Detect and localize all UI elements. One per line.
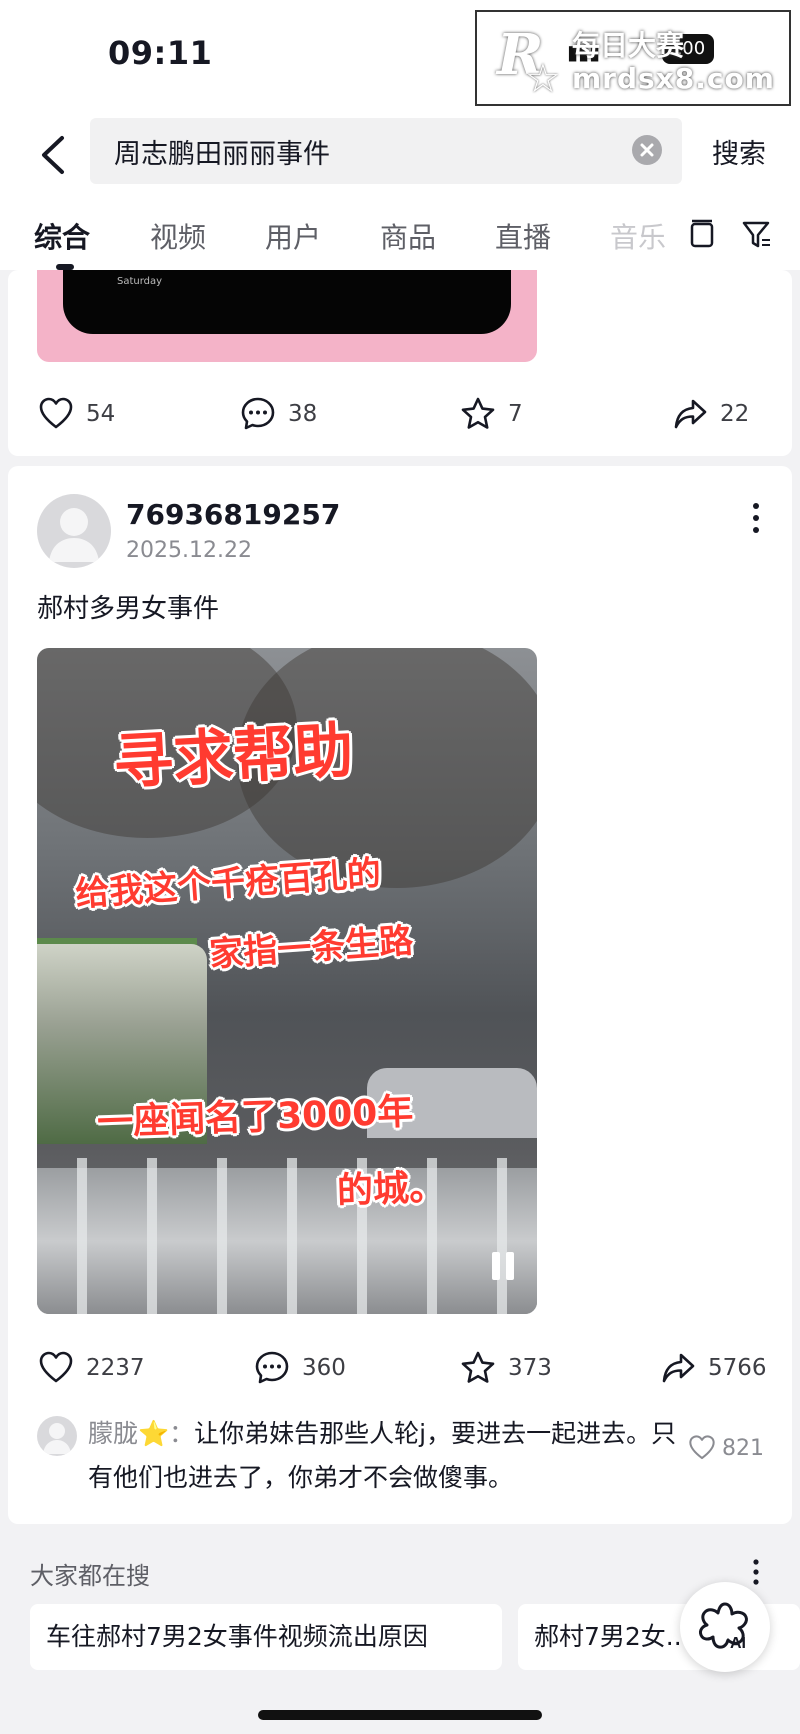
video-overlay-text: 寻求帮助 (111, 715, 355, 799)
commenter-avatar[interactable] (37, 1416, 77, 1456)
watermark: R ☆ ▮▮▮ 100 每日大赛 mrdsx8.com (475, 10, 791, 106)
post-actions: 2237 360 373 5766 (8, 1346, 792, 1390)
video-overlay-text: 的城。 (336, 1167, 446, 1212)
share-button[interactable]: 5766 (660, 1346, 767, 1390)
post-title[interactable]: 郝村多男女事件 (37, 588, 219, 625)
watermark-site: mrdsx8.com (572, 62, 775, 95)
tab-users[interactable]: 用户 (265, 216, 321, 256)
video-overlay-text: 一座闻名了3000年 (96, 1091, 414, 1144)
search-input[interactable]: 周志鹏田丽丽事件 (90, 118, 682, 184)
comment-icon (241, 397, 275, 430)
favorite-count: 373 (508, 1355, 552, 1381)
post-date: 2025.12.22 (126, 538, 252, 563)
svg-text:AI: AI (730, 1635, 746, 1652)
comment-like-count: 821 (722, 1435, 764, 1461)
search-query[interactable]: 周志鹏田丽丽事件 (114, 132, 330, 171)
thumbnail-caption: Saturday (117, 276, 163, 287)
home-indicator (258, 1710, 542, 1720)
comment-count: 360 (302, 1355, 346, 1381)
ai-icon: AI (699, 1602, 748, 1652)
search-tabs: 综合 视频 用户 商品 直播 音乐 (0, 196, 800, 270)
share-icon (662, 1353, 695, 1383)
pause-icon[interactable] (492, 1252, 518, 1282)
tab-music[interactable]: 音乐 (610, 216, 666, 256)
like-button[interactable]: 54 (38, 392, 115, 436)
comment-author[interactable]: 朦胧⭐️ (88, 1419, 169, 1448)
like-count: 2237 (86, 1355, 145, 1381)
more-options-icon[interactable] (752, 502, 760, 534)
heart-icon (39, 1351, 73, 1383)
video-player[interactable]: 寻求帮助 给我这个千疮百孔的 家指一条生路 一座闻名了3000年 的城。 (37, 648, 537, 1314)
tab-comprehensive[interactable]: 综合 (34, 216, 90, 256)
hot-searches-title: 大家都在搜 (30, 1562, 150, 1590)
comment-button[interactable]: 38 (240, 392, 317, 436)
layout-toggle-icon[interactable] (686, 218, 718, 250)
comment-button[interactable]: 360 (254, 1346, 346, 1390)
thumbnail-phone-image: Saturday (63, 270, 511, 334)
video-overlay-text: 给我这个千疮百孔的 (74, 853, 383, 915)
back-arrow-icon[interactable] (36, 132, 76, 178)
share-count: 22 (720, 401, 750, 427)
search-button[interactable]: 搜索 (712, 132, 766, 171)
tab-live[interactable]: 直播 (495, 216, 551, 256)
like-count: 54 (86, 401, 116, 427)
star-icon (461, 1351, 495, 1383)
share-count: 5766 (708, 1355, 767, 1381)
status-time: 09:11 (108, 34, 213, 72)
post-actions: 54 38 7 22 (8, 392, 792, 436)
comment-like-button[interactable]: 821 (688, 1434, 764, 1462)
top-comment[interactable]: 朦胧⭐️：让你弟妹告那些人轮j，要进去一起进去。只有他们也进去了，你弟才不会做傻… (88, 1412, 688, 1500)
favorite-button[interactable]: 373 (460, 1346, 552, 1390)
tab-products[interactable]: 商品 (380, 216, 436, 256)
post-thumbnail[interactable]: Saturday (37, 270, 537, 362)
video-overlay-text: 家指一条生路 (208, 920, 415, 976)
like-button[interactable]: 2237 (38, 1346, 145, 1390)
avatar[interactable] (37, 494, 111, 568)
post-card: Saturday 54 38 7 22 (8, 270, 792, 456)
favorite-button[interactable]: 7 (460, 392, 523, 436)
author-name[interactable]: 76936819257 (126, 498, 340, 531)
heart-icon (39, 397, 73, 429)
status-bar: 09:11 R ☆ ▮▮▮ 100 每日大赛 mrdsx8.com (0, 0, 800, 118)
hot-search-chip[interactable]: 车往郝村7男2女事件视频流出原因 (30, 1604, 502, 1670)
star-icon: ☆ (525, 56, 561, 102)
share-icon (674, 399, 707, 429)
heart-icon (689, 1435, 715, 1460)
search-bar: 周志鹏田丽丽事件 搜索 (0, 118, 800, 196)
comment-count: 38 (288, 401, 318, 427)
filter-icon[interactable] (740, 218, 772, 250)
watermark-text: 每日大赛 (572, 29, 685, 62)
star-icon (461, 397, 495, 429)
ai-assistant-button[interactable]: AI (680, 1582, 770, 1672)
comment-icon (255, 1351, 289, 1384)
clear-icon[interactable] (632, 135, 662, 165)
tab-video[interactable]: 视频 (150, 216, 206, 256)
share-button[interactable]: 22 (672, 392, 749, 436)
favorite-count: 7 (508, 401, 523, 427)
post-card: 76936819257 2025.12.22 郝村多男女事件 寻求帮助 给我这个… (8, 466, 792, 1524)
